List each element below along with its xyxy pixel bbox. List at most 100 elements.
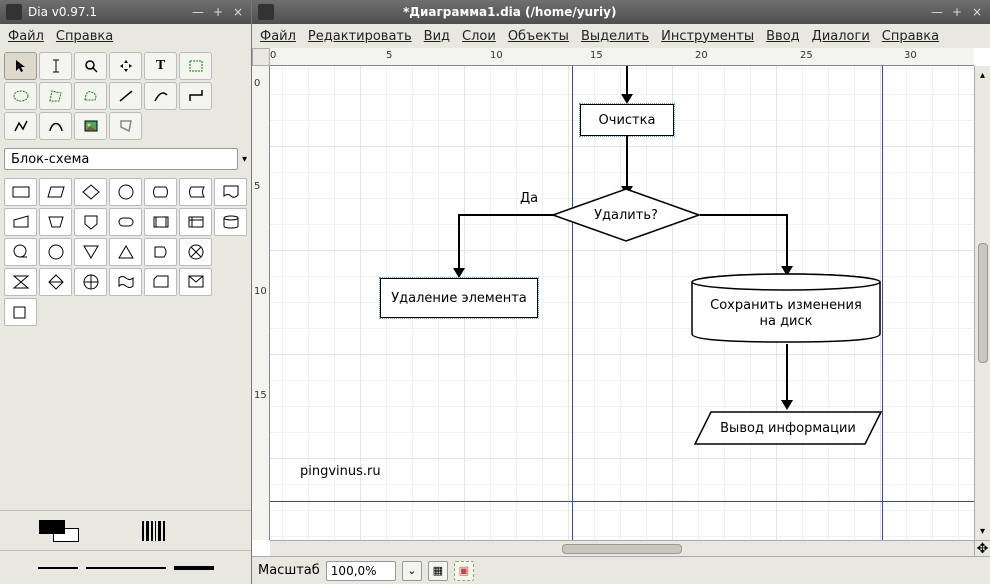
menu-view[interactable]: Вид [424,29,450,44]
shape-terminal[interactable] [109,208,142,236]
menu-file[interactable]: Файл [8,29,44,44]
minimize-icon[interactable]: — [191,5,205,19]
ruler-horizontal[interactable]: 0 5 10 15 20 25 30 [270,48,974,66]
tool-box[interactable] [179,52,212,80]
tool-bezier[interactable] [39,112,72,140]
shape-predefined[interactable] [144,208,177,236]
color-swatch[interactable] [39,520,79,542]
tool-image[interactable] [74,112,107,140]
statusbar: Масштаб ⌄ ▦ ▣ [252,556,990,584]
menu-select[interactable]: Выделить [581,29,649,44]
toolbox-window: Dia v0.97.1 — + × Файл Справка T [0,0,252,584]
canvas-surface[interactable]: Очистка Удалить? Да [270,66,974,540]
tool-arc[interactable] [144,82,177,110]
menu-edit[interactable]: Редактировать [308,29,412,44]
shape-offpage[interactable] [74,208,107,236]
ruler-corner[interactable] [252,48,270,66]
shape-tape[interactable] [4,238,37,266]
shape-or-junction[interactable] [74,268,107,296]
shape-data[interactable] [4,298,37,326]
toolbox-titlebar[interactable]: Dia v0.97.1 — + × [0,0,251,24]
shape-process[interactable] [4,178,37,206]
tool-polyline[interactable] [4,112,37,140]
zoom-menu-button[interactable]: ⌄ [402,561,422,581]
tool-text-edit[interactable] [39,52,72,80]
shape-or[interactable] [39,238,72,266]
shape-internal-storage[interactable] [179,208,212,236]
snap-grid-button[interactable]: ▦ [428,561,448,581]
shape-manual-op[interactable] [39,208,72,236]
shape-merge[interactable] [74,238,107,266]
tool-polygon[interactable] [39,82,72,110]
tool-zigzag[interactable] [179,82,212,110]
fc-storage[interactable]: Сохранить изменения на диск [690,272,882,344]
shapeset-selector[interactable]: ▾ [4,148,247,170]
shape-card[interactable] [144,268,177,296]
menu-layers[interactable]: Слои [462,29,496,44]
line-style-sample[interactable] [142,519,212,543]
shape-stored-data[interactable] [179,178,212,206]
tool-pointer[interactable] [4,52,37,80]
snap-object-button[interactable]: ▣ [454,561,474,581]
shape-document[interactable] [214,178,247,206]
menu-tools[interactable]: Инструменты [661,29,754,44]
watermark: pingvinus.ru [300,464,381,479]
shape-connector[interactable] [109,178,142,206]
color-swatch-row [0,510,251,550]
toolbox-menubar: Файл Справка [0,24,251,48]
shape-decision[interactable] [74,178,107,206]
zoom-input[interactable] [326,561,396,581]
fg-color[interactable] [39,520,65,534]
fc-process-2[interactable]: Удаление элемента [380,278,538,318]
canvas-titlebar[interactable]: *Диаграмма1.dia (/home/yuriy) — + × [252,0,990,24]
menu-file[interactable]: Файл [260,29,296,44]
shape-display[interactable] [144,178,177,206]
scrollbar-horizontal[interactable] [270,540,974,556]
shape-collate[interactable] [4,268,37,296]
shape-punched-tape[interactable] [109,268,142,296]
shapeset-input[interactable] [4,148,238,170]
scroll-thumb-v[interactable] [978,243,988,363]
shape-database[interactable] [214,208,247,236]
canvas-window: *Диаграмма1.dia (/home/yuriy) — + × Файл… [252,0,990,584]
fc-output[interactable]: Вывод информации [693,410,883,446]
shape-io[interactable] [39,178,72,206]
scrollbar-vertical[interactable]: ▴ ▾ [974,66,990,540]
tool-beziergon[interactable] [74,82,107,110]
scroll-thumb-h[interactable] [562,544,682,554]
shape-offpage-down[interactable] [179,268,212,296]
tool-scroll[interactable] [109,52,142,80]
menu-objects[interactable]: Объекты [508,29,569,44]
ruler-vertical[interactable]: 0 5 10 15 [252,66,270,540]
close-icon[interactable]: × [970,5,984,19]
tool-zoom[interactable] [74,52,107,80]
canvas-title: *Диаграмма1.dia (/home/yuriy) [403,5,616,19]
arrow-down-icon[interactable]: ▾ [976,524,990,538]
maximize-icon[interactable]: + [211,5,225,19]
shape-sum[interactable] [179,238,212,266]
menu-help[interactable]: Справка [882,29,939,44]
nav-cross-icon[interactable]: ✥ [974,540,990,556]
shape-manual-input[interactable] [4,208,37,236]
menu-dialogs[interactable]: Диалоги [812,29,870,44]
tool-line[interactable] [109,82,142,110]
tool-text[interactable]: T [144,52,177,80]
minimize-icon[interactable]: — [930,5,944,19]
fc-decision[interactable]: Удалить? [551,187,701,243]
fc-storage-label2: на диск [759,314,812,330]
fc-process-1-label: Очистка [599,113,656,128]
tool-outline[interactable] [109,112,142,140]
fc-process-1[interactable]: Очистка [580,104,674,136]
arrow-up-icon[interactable]: ▴ [976,68,990,82]
shape-sort[interactable] [39,268,72,296]
close-icon[interactable]: × [231,5,245,19]
maximize-icon[interactable]: + [950,5,964,19]
chevron-down-icon[interactable]: ▾ [242,154,247,165]
linewidth-row[interactable] [0,550,251,584]
menu-help[interactable]: Справка [56,29,113,44]
shape-extract[interactable] [109,238,142,266]
zoom-label: Масштаб [258,563,320,578]
menu-input[interactable]: Ввод [766,29,800,44]
tool-ellipse[interactable] [4,82,37,110]
shape-delay[interactable] [144,238,177,266]
